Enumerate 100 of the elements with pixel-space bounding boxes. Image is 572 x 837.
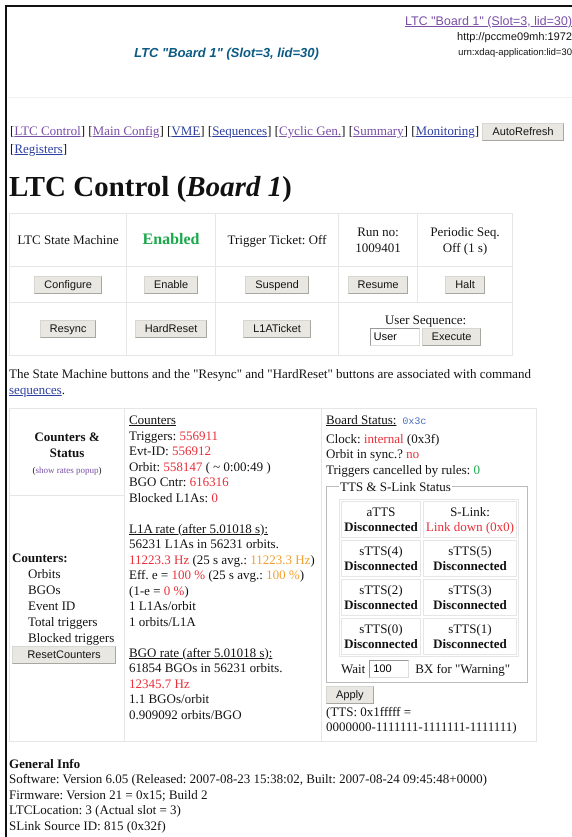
wait-label: Wait	[341, 660, 366, 676]
tts-status-cell: sTTS(4) Disconnected	[341, 540, 421, 576]
command-button[interactable]: L1ATicket	[243, 320, 311, 338]
nav-link[interactable]: Monitoring	[416, 123, 475, 138]
table-cell: Trigger Ticket: Off	[216, 214, 338, 266]
board-status-code: 0x3c	[402, 417, 426, 428]
nav-link[interactable]: Registers	[14, 141, 63, 156]
counter-name: Blocked triggers	[27, 630, 116, 646]
page-heading: LTC Control (Board 1)	[9, 170, 293, 205]
panel-title: TTS & S-Link Status	[339, 479, 452, 494]
command-button[interactable]: HardReset	[134, 320, 208, 338]
info-line: LTCLocation: 3 (Actual slot = 3)	[9, 802, 182, 818]
table-cell: Run no: 1009401	[338, 214, 418, 266]
board-status-heading: Board Status:	[326, 412, 396, 427]
popup-link-text: (show rates popup)	[32, 465, 102, 475]
counter-name: BGOs	[27, 582, 62, 598]
status-line: Clock: internal (0x3f)	[326, 430, 440, 446]
user-sequence-field[interactable]: User	[370, 328, 420, 346]
tts-status-cell: aTTS Disconnected	[341, 500, 421, 538]
counter-name: Event ID	[27, 598, 76, 614]
general-info-heading: General Info	[9, 756, 82, 771]
wait-unit-label: BX for "Warning"	[415, 660, 510, 676]
counter-line: 12345.7 Hz	[129, 676, 191, 691]
host-url: http://pccme09mh:1972	[457, 31, 572, 43]
info-line: Software: Version 6.05 (Released: 2007-08-23 15:38:02, Built: 2007-08-24 09:45:48+0000)	[9, 771, 488, 786]
bracket: ]	[80, 123, 86, 138]
tts-status-cell: sTTS(1) Disconnected	[422, 618, 517, 654]
bracket: [	[274, 123, 280, 138]
tts-status-cell: sTTS(3) Disconnected	[422, 578, 517, 616]
counter-line: 11223.3 Hz (25 s avg.: 11223.3 Hz)	[129, 552, 316, 567]
tts-status-cell: sTTS(0) Disconnected	[341, 618, 421, 654]
counter-line: Triggers: 556911	[129, 428, 219, 443]
section-heading: BGO rate (after 5.01018 s):	[129, 644, 274, 660]
counter-line: Blocked L1As: 0	[129, 490, 219, 505]
state-button[interactable]: Enable	[144, 276, 198, 294]
section-title: Counters & Status	[33, 429, 101, 461]
bracket: ]	[159, 123, 164, 138]
wait-field[interactable]: 100	[369, 660, 410, 678]
counter-line: Eff. e = 100 % (25 s avg.: 100 %)	[129, 567, 306, 582]
bracket: [	[88, 123, 93, 138]
state-button[interactable]: Halt	[445, 276, 485, 294]
command-button[interactable]: Resync	[40, 320, 96, 338]
bracket: ]	[267, 123, 272, 138]
nav-link[interactable]: VME	[171, 123, 200, 138]
counter-line: 1 L1As/orbit	[129, 598, 197, 614]
counter-line: BGO Cntr: 616316	[129, 474, 230, 490]
bracket: [	[167, 123, 172, 138]
sequences-link[interactable]: sequences	[9, 382, 62, 397]
reset-counters-button[interactable]: ResetCounters	[12, 646, 116, 664]
application-link[interactable]: LTC "Board 1" (Slot=3, lid=30)	[404, 14, 572, 28]
status-line: Orbit in sync.? no	[326, 446, 420, 462]
bracket: ]	[474, 123, 480, 138]
apply-button[interactable]: Apply	[326, 686, 374, 704]
nav-link[interactable]: LTC Control	[14, 123, 81, 138]
execute-button[interactable]: Execute	[422, 328, 482, 346]
bracket: [	[208, 123, 212, 138]
nav-link[interactable]: Cyclic Gen.	[279, 123, 342, 138]
section-heading: Counters	[129, 412, 177, 428]
bracket: ]	[341, 123, 346, 138]
status-line: Triggers cancelled by rules: 0	[326, 462, 482, 477]
section-heading: L1A rate (after 5.01018 s):	[129, 520, 269, 536]
tts-status-cell: sTTS(2) Disconnected	[341, 578, 421, 616]
counter-line: 56231 L1As in 56231 orbits.	[129, 536, 280, 552]
nav-link[interactable]: Sequences	[212, 123, 268, 138]
counter-line: Evt-ID: 556912	[129, 443, 212, 458]
state-button[interactable]: Configure	[34, 276, 102, 294]
counter-line: 1.1 BGOs/orbit	[129, 691, 210, 706]
state-button[interactable]: Suspend	[245, 276, 309, 294]
bracket: ]	[200, 123, 205, 138]
state-text: Enabled	[142, 231, 200, 248]
note-text: The State Machine buttons and the "Resync" and "HardReset" buttons are associated with command sequences.	[9, 366, 532, 398]
bracket: [	[10, 123, 14, 138]
nav-link[interactable]: Summary	[353, 123, 404, 138]
counter-line: (1-e = 0 %)	[129, 582, 190, 598]
application-urn: urn:xdaq-application:lid=30	[458, 47, 572, 58]
table-cell: LTC State Machine	[10, 214, 126, 266]
table-cell: Periodic Seq. Off (1 s)	[418, 214, 512, 266]
tts-status-cell: sTTS(5) Disconnected	[422, 540, 517, 576]
state-button[interactable]: Resume	[348, 276, 408, 294]
counter-line: 1 orbits/L1A	[129, 614, 197, 629]
info-line: Firmware: Version 21 = 0x15; Build 2	[9, 786, 208, 802]
bracket: [	[348, 123, 354, 138]
bracket: ]	[62, 141, 68, 156]
info-line: SLink Source ID: 815 (0x32f)	[9, 818, 167, 833]
tts-summary: (TTS: 0x1fffff = 0000000-1111111-1111111-1111111)	[326, 704, 518, 734]
counter-line: 61854 BGOs in 56231 orbits.	[129, 660, 284, 676]
counters-label: Counters:	[12, 550, 69, 566]
counter-name: Orbits	[27, 566, 62, 582]
counter-line: 0.909092 orbits/BGO	[129, 706, 243, 722]
user-sequence-label: User Sequence:	[384, 312, 466, 327]
auto-refresh-button[interactable]: AutoRefresh	[482, 123, 564, 141]
bracket: ]	[404, 123, 408, 138]
tts-status-cell: S-Link: Link down (0x0)	[422, 500, 517, 538]
bracket: [	[10, 141, 14, 156]
page-title: LTC "Board 1" (Slot=3, lid=30)	[133, 44, 320, 60]
bracket: [	[411, 123, 416, 138]
nav-link[interactable]: Main Config	[92, 123, 160, 138]
rates-popup-link[interactable]: show rates popup	[36, 465, 98, 475]
counter-name: Total triggers	[27, 614, 98, 630]
counter-line: Orbit: 558147 ( ~ 0:00:49 )	[129, 458, 272, 474]
